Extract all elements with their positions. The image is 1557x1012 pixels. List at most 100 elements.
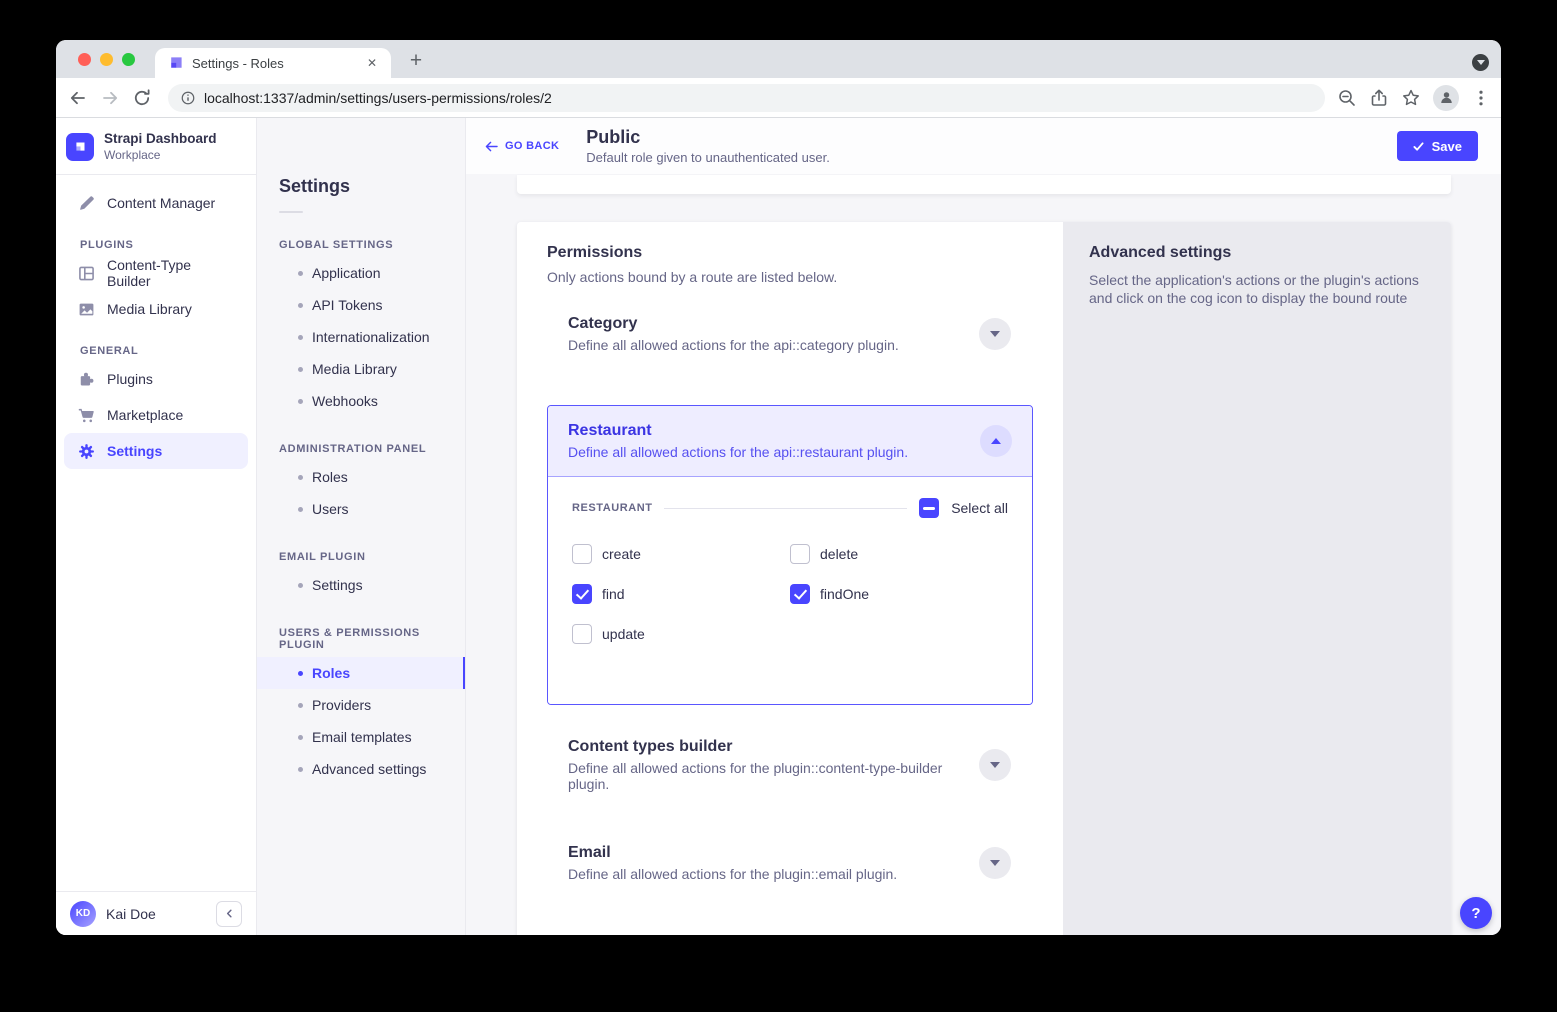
url-bar[interactable]: localhost:1337/admin/settings/users-perm… bbox=[168, 84, 1325, 112]
browser-tab[interactable]: Settings - Roles ✕ bbox=[155, 48, 391, 78]
accordion-toggle-button[interactable] bbox=[979, 749, 1011, 781]
subnav-section-global: GLOBAL SETTINGS Application API Tokens I… bbox=[257, 239, 465, 417]
subnav-item-label: Internationalization bbox=[312, 329, 430, 345]
sidebar-item-plugins[interactable]: Plugins bbox=[64, 361, 248, 397]
sidebar-item-media-library[interactable]: Media Library bbox=[64, 291, 248, 327]
info-icon[interactable] bbox=[180, 90, 196, 106]
subnav-item-providers[interactable]: Providers bbox=[257, 689, 465, 721]
permissions-accordion-list: Category Define all allowed actions for … bbox=[547, 313, 1033, 935]
accordion-i18n[interactable]: i18n bbox=[547, 934, 1033, 935]
accordion-restaurant-header[interactable]: Restaurant Define all allowed actions fo… bbox=[548, 406, 1032, 476]
subnav-section-header: USERS & PERMISSIONS PLUGIN bbox=[279, 627, 465, 651]
accordion-restaurant-expanded: Restaurant Define all allowed actions fo… bbox=[547, 405, 1033, 705]
sidebar-item-label: Marketplace bbox=[107, 407, 183, 423]
select-all-label: Select all bbox=[951, 500, 1008, 516]
go-back-link[interactable]: GO BACK bbox=[485, 140, 559, 152]
permission-group-label: RESTAURANT bbox=[572, 502, 652, 514]
sidebar-item-label: Plugins bbox=[107, 371, 153, 387]
sidebar-item-content-manager[interactable]: Content Manager bbox=[64, 185, 248, 221]
url-text[interactable]: localhost:1337/admin/settings/users-perm… bbox=[204, 90, 552, 106]
accordion-restaurant-body: RESTAURANT Select all create bbox=[548, 476, 1032, 704]
subnav-item-webhooks[interactable]: Webhooks bbox=[257, 385, 465, 417]
back-icon[interactable] bbox=[68, 88, 88, 108]
permission-find: find bbox=[572, 584, 790, 604]
accordion-content-types-builder[interactable]: Content types builder Define all allowed… bbox=[547, 738, 1033, 792]
subnav-item-email-templates[interactable]: Email templates bbox=[257, 721, 465, 753]
permission-label: delete bbox=[820, 546, 858, 562]
forward-icon[interactable] bbox=[100, 88, 120, 108]
accordion-description: Define all allowed actions for the plugi… bbox=[568, 760, 979, 792]
go-back-label: GO BACK bbox=[505, 140, 559, 152]
close-window-button[interactable] bbox=[78, 53, 91, 66]
subnav-item-api-tokens[interactable]: API Tokens bbox=[257, 289, 465, 321]
findone-checkbox[interactable] bbox=[790, 584, 810, 604]
bullet-icon bbox=[298, 303, 303, 308]
cart-icon bbox=[78, 407, 95, 424]
accordion-toggle-button[interactable] bbox=[979, 318, 1011, 350]
accordion-toggle-button[interactable] bbox=[979, 847, 1011, 879]
fullscreen-window-button[interactable] bbox=[122, 53, 135, 66]
subnav-section-users-permissions: USERS & PERMISSIONS PLUGIN Roles Provide… bbox=[257, 627, 465, 785]
help-button[interactable]: ? bbox=[1460, 897, 1492, 929]
picture-icon bbox=[78, 301, 95, 318]
select-all-checkbox[interactable] bbox=[919, 498, 939, 518]
permissions-subtitle: Only actions bound by a route are listed… bbox=[547, 269, 1033, 285]
minimize-window-button[interactable] bbox=[100, 53, 113, 66]
accordion-toggle-button[interactable] bbox=[980, 425, 1012, 457]
advanced-settings-panel: Advanced settings Select the application… bbox=[1063, 222, 1451, 935]
collapse-sidebar-button[interactable] bbox=[216, 901, 242, 927]
divider bbox=[664, 508, 907, 509]
settings-subnav: Settings GLOBAL SETTINGS Application API… bbox=[257, 118, 466, 935]
subnav-item-label: Media Library bbox=[312, 361, 397, 377]
share-icon[interactable] bbox=[1369, 88, 1389, 108]
close-tab-icon[interactable]: ✕ bbox=[363, 54, 381, 72]
page-content: Permissions Only actions bound by a rout… bbox=[466, 174, 1501, 935]
reload-icon[interactable] bbox=[132, 88, 152, 108]
workspace-subtitle: Workplace bbox=[104, 148, 217, 162]
sidebar-item-settings[interactable]: Settings bbox=[64, 433, 248, 469]
new-tab-button[interactable]: + bbox=[402, 47, 430, 75]
subnav-item-admin-roles[interactable]: Roles bbox=[257, 461, 465, 493]
subnav-section-header: ADMINISTRATION PANEL bbox=[279, 443, 465, 455]
subnav-item-internationalization[interactable]: Internationalization bbox=[257, 321, 465, 353]
subnav-item-admin-users[interactable]: Users bbox=[257, 493, 465, 525]
subnav-section-admin-panel: ADMINISTRATION PANEL Roles Users bbox=[257, 443, 465, 525]
tab-search-button[interactable] bbox=[1472, 54, 1489, 71]
sidebar-item-marketplace[interactable]: Marketplace bbox=[64, 397, 248, 433]
permission-findone: findOne bbox=[790, 584, 1008, 604]
sidebar-section-header: GENERAL bbox=[80, 345, 248, 357]
more-menu-icon[interactable] bbox=[1471, 88, 1491, 108]
find-checkbox[interactable] bbox=[572, 584, 592, 604]
update-checkbox[interactable] bbox=[572, 624, 592, 644]
accordion-category[interactable]: Category Define all allowed actions for … bbox=[547, 313, 1033, 355]
subnav-item-media-library[interactable]: Media Library bbox=[257, 353, 465, 385]
gear-icon bbox=[78, 443, 95, 460]
permissions-title: Permissions bbox=[547, 244, 1033, 262]
permission-create: create bbox=[572, 544, 790, 564]
sidebar-item-content-type-builder[interactable]: Content-Type Builder bbox=[64, 255, 248, 291]
save-button[interactable]: Save bbox=[1397, 131, 1478, 161]
window-controls bbox=[78, 53, 135, 66]
subnav-item-label: Application bbox=[312, 265, 381, 281]
subnav-item-up-roles[interactable]: Roles bbox=[257, 657, 465, 689]
bullet-icon bbox=[298, 583, 303, 588]
star-icon[interactable] bbox=[1401, 88, 1421, 108]
accordion-title: Content types builder bbox=[568, 738, 979, 756]
tab-strip: Settings - Roles ✕ + bbox=[56, 40, 1501, 78]
create-checkbox[interactable] bbox=[572, 544, 592, 564]
toolbar-actions bbox=[1337, 85, 1491, 111]
avatar[interactable]: KD bbox=[70, 901, 96, 927]
zoom-out-icon[interactable] bbox=[1337, 88, 1357, 108]
subnav-item-email-settings[interactable]: Settings bbox=[257, 569, 465, 601]
browser-window: Settings - Roles ✕ + localhost:1337/admi… bbox=[56, 40, 1501, 935]
settings-nav-title: Settings bbox=[279, 176, 465, 197]
strapi-logo-icon bbox=[66, 133, 94, 161]
browser-profile-button[interactable] bbox=[1433, 85, 1459, 111]
chevron-left-icon bbox=[224, 908, 235, 919]
workspace-brand[interactable]: Strapi Dashboard Workplace bbox=[56, 118, 256, 174]
delete-checkbox[interactable] bbox=[790, 544, 810, 564]
accordion-email[interactable]: Email Define all allowed actions for the… bbox=[547, 842, 1033, 884]
subnav-item-application[interactable]: Application bbox=[257, 257, 465, 289]
check-icon bbox=[1413, 141, 1424, 152]
subnav-item-advanced-settings[interactable]: Advanced settings bbox=[257, 753, 465, 785]
